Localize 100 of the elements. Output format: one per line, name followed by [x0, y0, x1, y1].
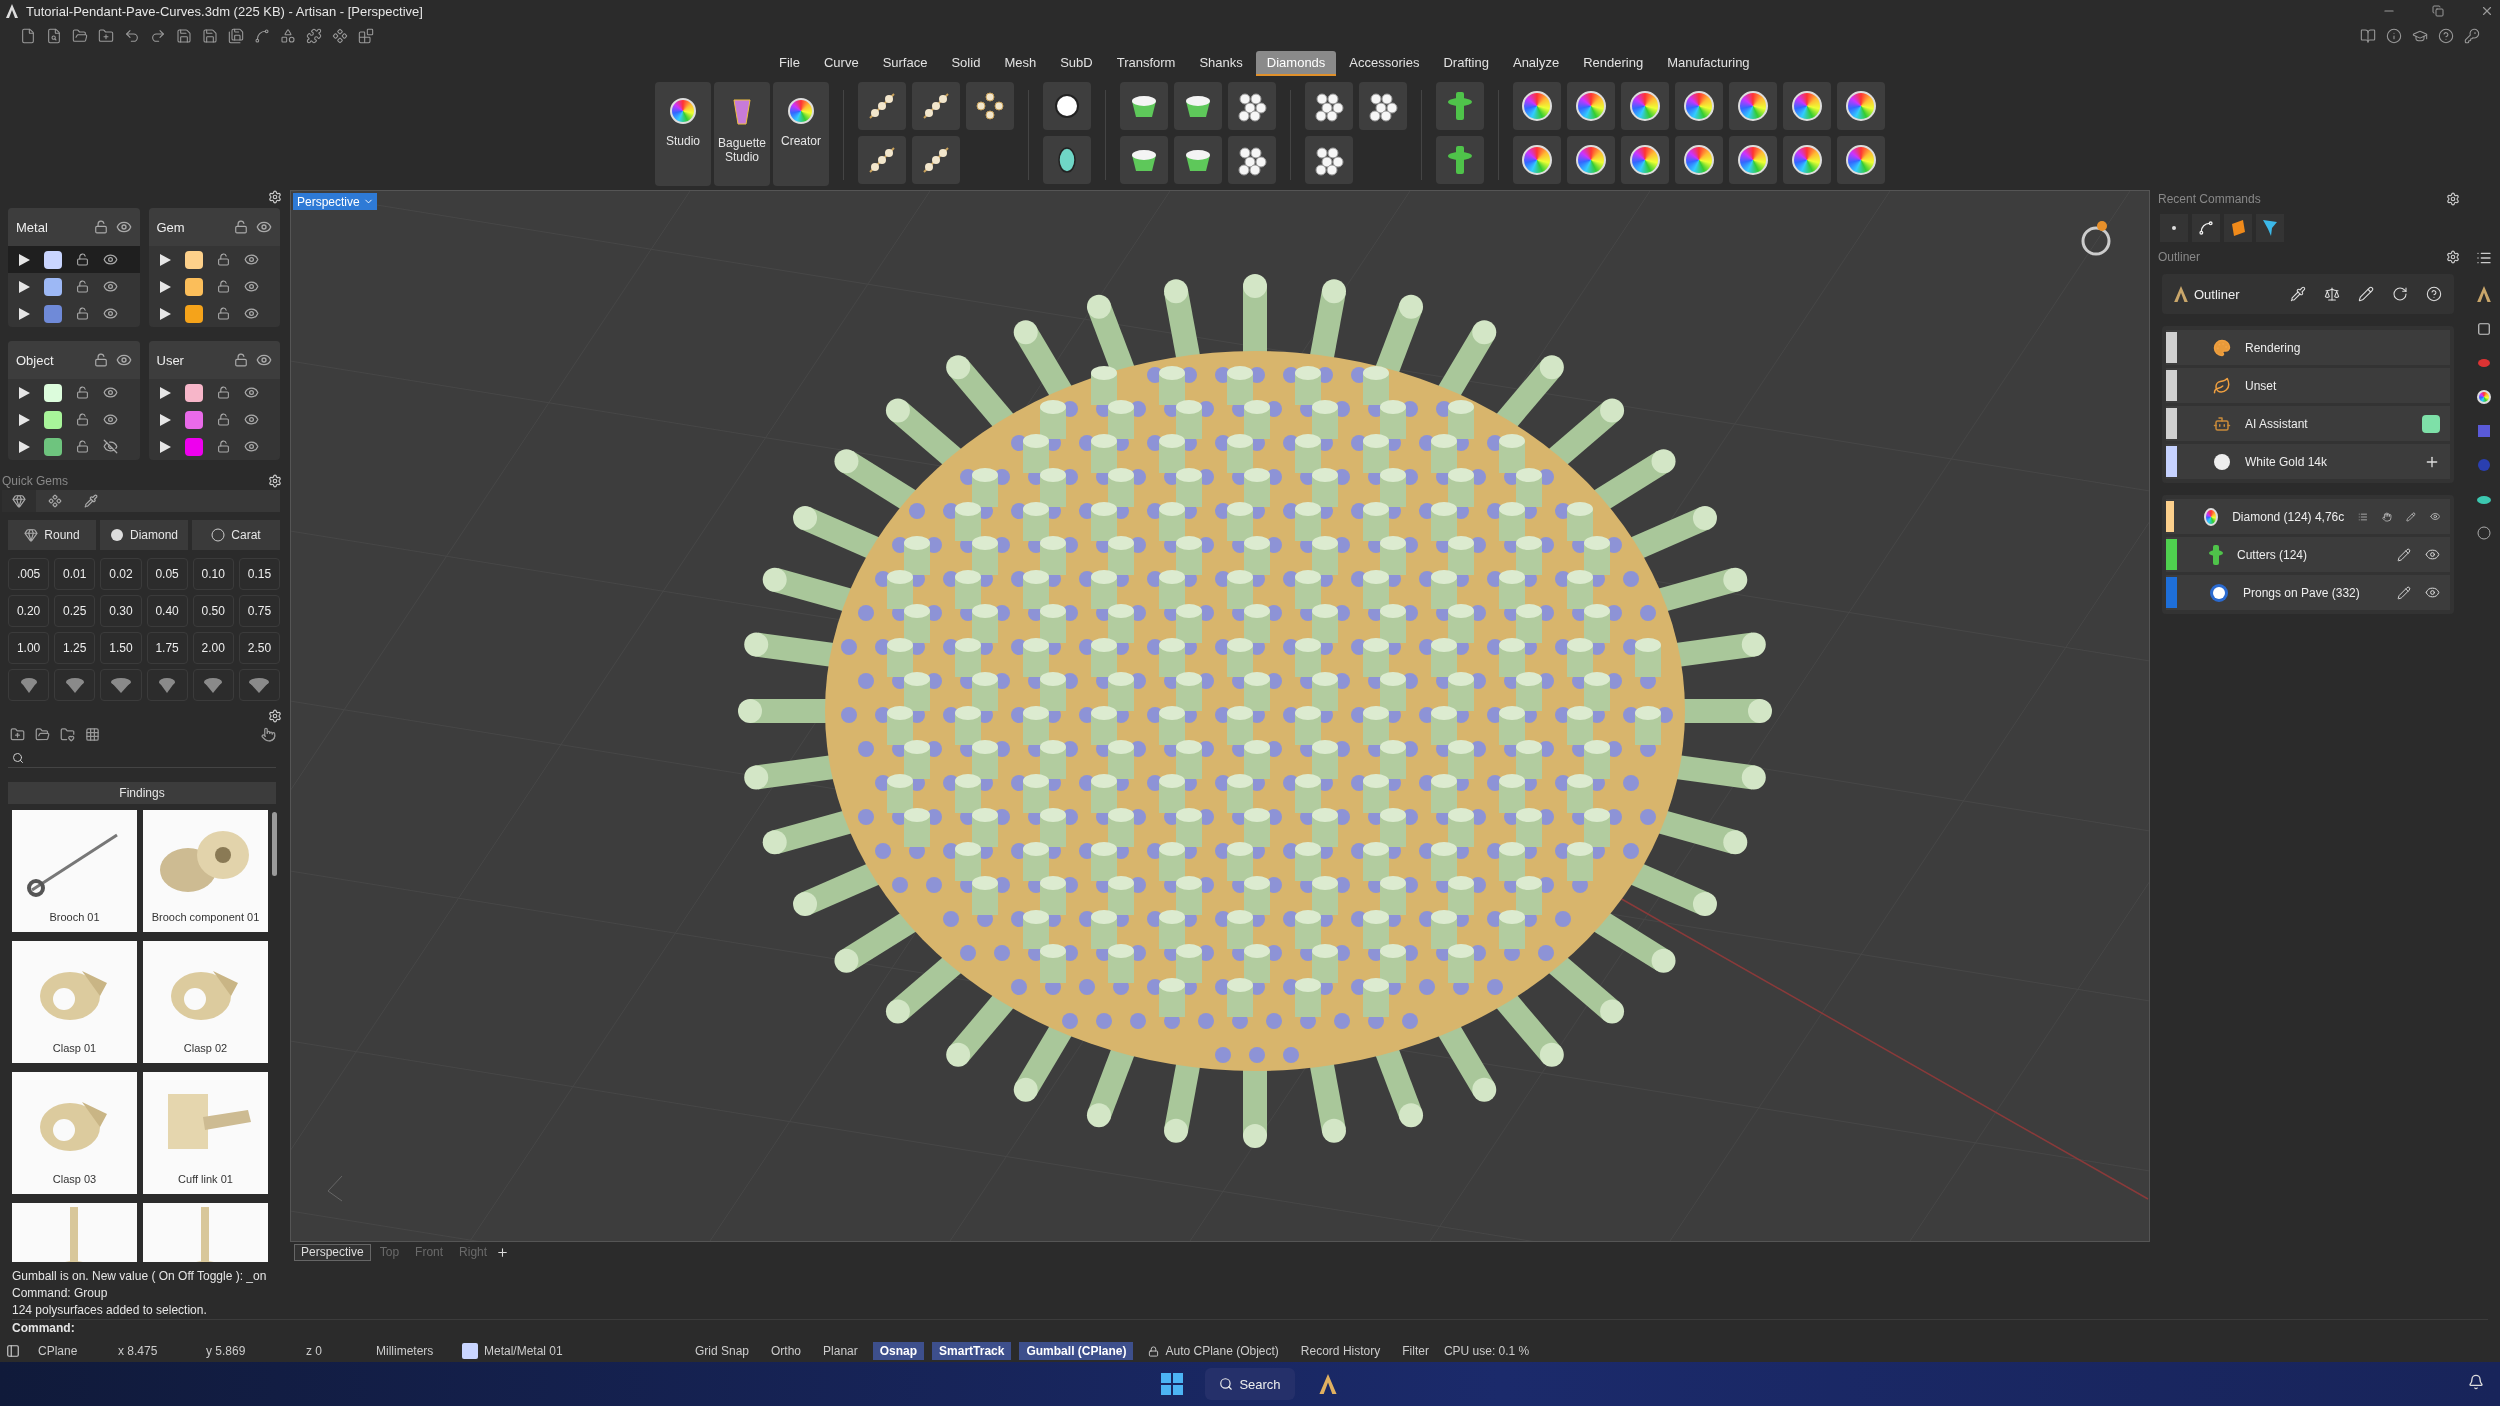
- tool-button[interactable]: [858, 82, 906, 130]
- shape-button[interactable]: [54, 669, 96, 701]
- tool-button[interactable]: [912, 136, 960, 184]
- settings-icon[interactable]: [2446, 192, 2460, 206]
- taskbar-search[interactable]: Search: [1205, 1368, 1295, 1400]
- ribbon-tab[interactable]: Analyze: [1501, 50, 1571, 76]
- size-button[interactable]: .005: [8, 558, 50, 590]
- size-button[interactable]: 0.25: [54, 595, 96, 627]
- component-icon[interactable]: [332, 28, 348, 44]
- layer-swatch[interactable]: [44, 277, 62, 296]
- key-icon[interactable]: [2464, 28, 2480, 44]
- expand-icon[interactable]: [158, 413, 171, 426]
- tool-button[interactable]: [1228, 82, 1276, 130]
- tool-button[interactable]: [1174, 82, 1222, 130]
- size-button[interactable]: 1.75: [146, 632, 188, 664]
- eye-icon[interactable]: [115, 219, 132, 235]
- expand-icon[interactable]: [158, 280, 171, 293]
- units-label[interactable]: Millimeters: [376, 1344, 462, 1358]
- expand-icon[interactable]: [158, 253, 171, 266]
- ribbon-tab[interactable]: Mesh: [993, 50, 1048, 76]
- unlock-icon[interactable]: [93, 353, 108, 367]
- layer-swatch[interactable]: [184, 250, 203, 269]
- tool-button[interactable]: [1567, 136, 1615, 184]
- layer-swatch[interactable]: [44, 410, 62, 429]
- tool-button[interactable]: [1513, 136, 1561, 184]
- size-button[interactable]: 0.10: [192, 558, 234, 590]
- size-button[interactable]: 0.30: [100, 595, 142, 627]
- circle-icon[interactable]: [2477, 526, 2491, 540]
- unlock-icon[interactable]: [76, 413, 89, 426]
- edit-icon[interactable]: [2397, 547, 2411, 562]
- size-button[interactable]: 2.00: [192, 632, 234, 664]
- eye-icon[interactable]: [243, 252, 259, 267]
- gem-selector[interactable]: Round: [8, 520, 96, 550]
- undo-icon[interactable]: [124, 28, 140, 44]
- unlock-icon[interactable]: [76, 253, 89, 266]
- eye-icon[interactable]: [243, 439, 259, 454]
- tool-button[interactable]: [1228, 136, 1276, 184]
- eye-icon[interactable]: [243, 412, 259, 427]
- blocks-icon[interactable]: [358, 28, 374, 44]
- settings-icon[interactable]: [268, 190, 282, 204]
- tool-button[interactable]: [1675, 82, 1723, 130]
- expand-icon[interactable]: [18, 440, 30, 453]
- expand-icon[interactable]: [18, 413, 30, 426]
- size-button[interactable]: 0.15: [238, 558, 280, 590]
- eye-icon[interactable]: [2425, 585, 2440, 600]
- tool-button[interactable]: [1567, 82, 1615, 130]
- status-toggle[interactable]: Planar: [816, 1342, 865, 1360]
- expand-icon[interactable]: [18, 253, 30, 266]
- pipette-icon[interactable]: [2290, 286, 2306, 302]
- tool-button[interactable]: [1174, 136, 1222, 184]
- object-row[interactable]: Diamond (124) 4,76c: [2166, 499, 2450, 534]
- layer-swatch[interactable]: [184, 410, 203, 429]
- settings-icon[interactable]: [2446, 250, 2460, 264]
- scale-icon[interactable]: [2324, 286, 2340, 302]
- ribbon-tab[interactable]: SubD: [1049, 50, 1104, 76]
- material-row[interactable]: AI Assistant: [2166, 406, 2450, 441]
- square-icon[interactable]: [2477, 322, 2491, 336]
- redo-icon[interactable]: [150, 28, 166, 44]
- layer-row[interactable]: [8, 246, 140, 273]
- unlock-icon[interactable]: [76, 280, 89, 293]
- tool-button[interactable]: [1621, 136, 1669, 184]
- tool-button[interactable]: [1513, 82, 1561, 130]
- hand-icon[interactable]: [2382, 509, 2392, 524]
- layer-swatch[interactable]: [44, 383, 62, 402]
- cplane-label[interactable]: CPlane: [38, 1344, 118, 1358]
- layer-swatch[interactable]: [184, 277, 203, 296]
- refresh-icon[interactable]: [2392, 286, 2408, 302]
- tool-button[interactable]: [1043, 82, 1091, 130]
- bell-icon[interactable]: [2468, 1374, 2484, 1390]
- layer-label[interactable]: Metal/Metal 01: [484, 1344, 660, 1358]
- tool-button[interactable]: [858, 136, 906, 184]
- ribbon-tab[interactable]: Drafting: [1432, 50, 1500, 76]
- edit-icon[interactable]: [2358, 286, 2374, 302]
- status-toggle[interactable]: Gumball (CPlane): [1019, 1342, 1134, 1360]
- section-header[interactable]: Findings: [8, 782, 276, 804]
- pointer-icon[interactable]: [261, 727, 276, 742]
- object-row[interactable]: Prongs on Pave (332): [2166, 575, 2450, 610]
- layer-swatch[interactable]: [184, 383, 203, 402]
- close-icon[interactable]: [2480, 4, 2494, 18]
- unlock-icon[interactable]: [76, 440, 89, 453]
- size-button[interactable]: 0.01: [54, 558, 96, 590]
- eye-icon[interactable]: [2425, 547, 2440, 562]
- layer-swatch[interactable]: [44, 437, 62, 456]
- status-toggle[interactable]: Filter: [1395, 1342, 1436, 1360]
- eye-off-icon[interactable]: [103, 439, 118, 454]
- list-icon[interactable]: [2476, 250, 2492, 266]
- expand-icon[interactable]: [18, 386, 30, 399]
- layer-swatch[interactable]: [44, 250, 62, 269]
- material-row[interactable]: Unset: [2166, 368, 2450, 403]
- unlock-icon[interactable]: [216, 386, 230, 399]
- size-button[interactable]: 0.05: [146, 558, 188, 590]
- folder-plus-icon[interactable]: [98, 28, 114, 44]
- ribbon-tab[interactable]: Shanks: [1188, 50, 1254, 76]
- tool-button[interactable]: [1359, 82, 1407, 130]
- viewport-label[interactable]: Perspective: [293, 193, 377, 210]
- restore-icon[interactable]: [2432, 5, 2444, 17]
- expand-icon[interactable]: [158, 440, 171, 453]
- expand-icon[interactable]: [18, 307, 30, 320]
- eye-icon[interactable]: [243, 279, 259, 294]
- edit-icon[interactable]: [2397, 585, 2411, 600]
